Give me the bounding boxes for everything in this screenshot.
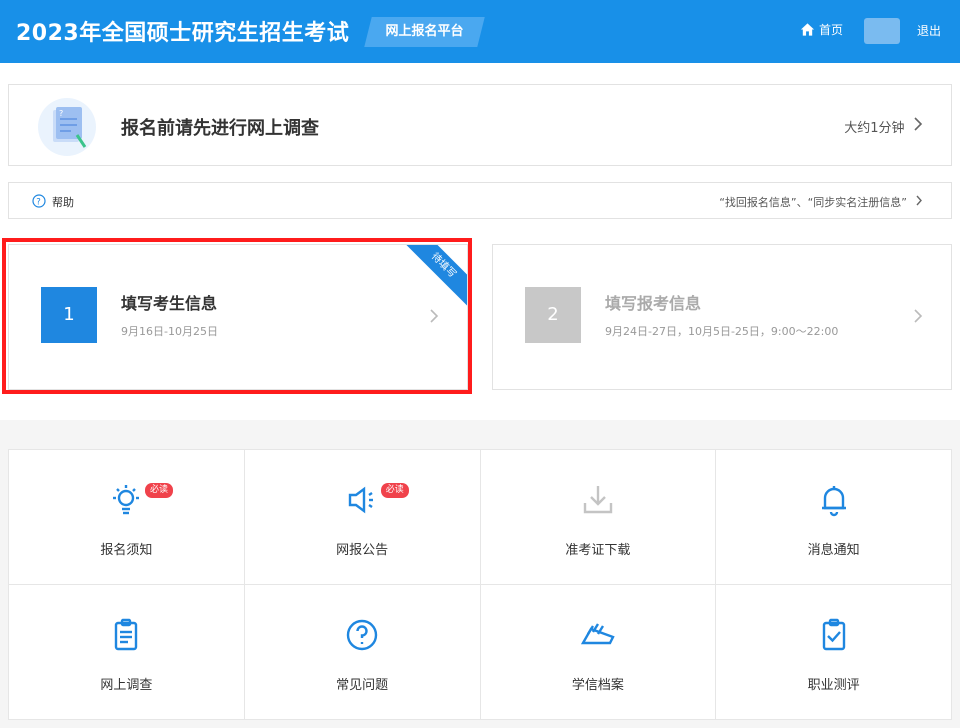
tile-label: 学信档案 — [571, 678, 624, 693]
tile-online-survey[interactable]: 网上调查 — [9, 585, 245, 720]
step-number: 1 — [41, 287, 97, 343]
chevron-right-icon — [914, 117, 923, 131]
help-links[interactable]: “找回报名信息”、“同步实名注册信息” — [719, 194, 921, 210]
question-circle-icon — [346, 619, 378, 651]
tile-admission-ticket[interactable]: 准考证下载 — [480, 450, 717, 585]
lightbulb-icon — [113, 485, 140, 515]
home-link[interactable]: 首页 — [800, 21, 843, 38]
function-grid: 必读 报名须知 必读 网报公告 准考证下载 消息通知 网上调查 常见问题 学信档… — [8, 449, 952, 720]
tile-label: 网报公告 — [336, 543, 389, 558]
logout-link[interactable]: 退出 — [917, 22, 941, 39]
tile-faq[interactable]: 常见问题 — [244, 585, 481, 720]
tile-announcement[interactable]: 必读 网报公告 — [244, 450, 481, 585]
tile-label: 消息通知 — [807, 543, 860, 558]
chevron-right-icon — [430, 309, 439, 323]
survey-title: 报名前请先进行网上调查 — [121, 118, 319, 139]
tile-label: 常见问题 — [336, 678, 389, 693]
books-icon — [580, 623, 615, 645]
survey-card[interactable]: ? 报名前请先进行网上调查 大约1分钟 — [8, 84, 952, 166]
help-label: 帮助 — [52, 196, 74, 209]
content-area: ? 报名前请先进行网上调查 大约1分钟 ? 帮助 “找回报名信息”、“同步实名注… — [0, 63, 960, 420]
tile-label: 职业测评 — [807, 678, 860, 693]
home-icon — [800, 23, 815, 36]
bell-icon — [821, 486, 846, 517]
tile-label: 准考证下载 — [565, 543, 631, 558]
platform-label: 网上报名平台 — [385, 24, 464, 39]
tile-notifications[interactable]: 消息通知 — [716, 450, 952, 585]
step-title: 填写报考信息 — [605, 294, 702, 313]
status-ribbon: 待填写 — [399, 245, 467, 310]
step-card-2[interactable]: 2 填写报考信息 9月24日-27日，10月5日-25日，9:00～22:00 — [492, 244, 952, 390]
home-label: 首页 — [819, 23, 844, 37]
survey-illustration-icon: ? — [38, 98, 96, 156]
step-title: 填写考生信息 — [121, 294, 218, 313]
chevron-right-icon — [914, 309, 923, 323]
user-avatar[interactable] — [864, 18, 900, 44]
step-number: 2 — [525, 287, 581, 343]
tile-label: 报名须知 — [100, 543, 153, 558]
platform-badge: 网上报名平台 — [364, 17, 485, 47]
svg-text:?: ? — [59, 109, 63, 118]
tile-academic-records[interactable]: 学信档案 — [480, 585, 717, 720]
tile-label: 网上调查 — [100, 678, 153, 693]
top-bar: 2023年全国硕士研究生招生考试 网上报名平台 首页 退出 — [0, 0, 960, 63]
tile-career-assessment[interactable]: 职业测评 — [716, 585, 952, 720]
svg-text:?: ? — [36, 197, 41, 207]
help-links-text: “找回报名信息”、“同步实名注册信息” — [719, 196, 907, 209]
step-card-1[interactable]: 1 填写考生信息 9月16日-10月25日 待填写 — [8, 244, 468, 390]
tile-registration-notice[interactable]: 必读 报名须知 — [9, 450, 245, 585]
chevron-right-icon — [916, 195, 922, 206]
clipboard-check-icon — [822, 618, 845, 651]
download-icon — [583, 486, 613, 514]
help-circle-icon: ? — [32, 194, 46, 208]
step-dates: 9月16日-10月25日 — [121, 325, 218, 338]
required-tag: 必读 — [380, 483, 409, 498]
required-tag: 必读 — [145, 483, 174, 498]
survey-duration-text: 大约1分钟 — [844, 121, 905, 136]
page-title: 2023年全国硕士研究生招生考试 — [16, 21, 350, 46]
help-bar: ? 帮助 “找回报名信息”、“同步实名注册信息” — [8, 182, 952, 219]
clipboard-icon — [115, 618, 138, 651]
survey-duration: 大约1分钟 — [844, 117, 921, 136]
step-dates: 9月24日-27日，10月5日-25日，9:00～22:00 — [605, 325, 839, 338]
megaphone-icon — [348, 486, 374, 514]
